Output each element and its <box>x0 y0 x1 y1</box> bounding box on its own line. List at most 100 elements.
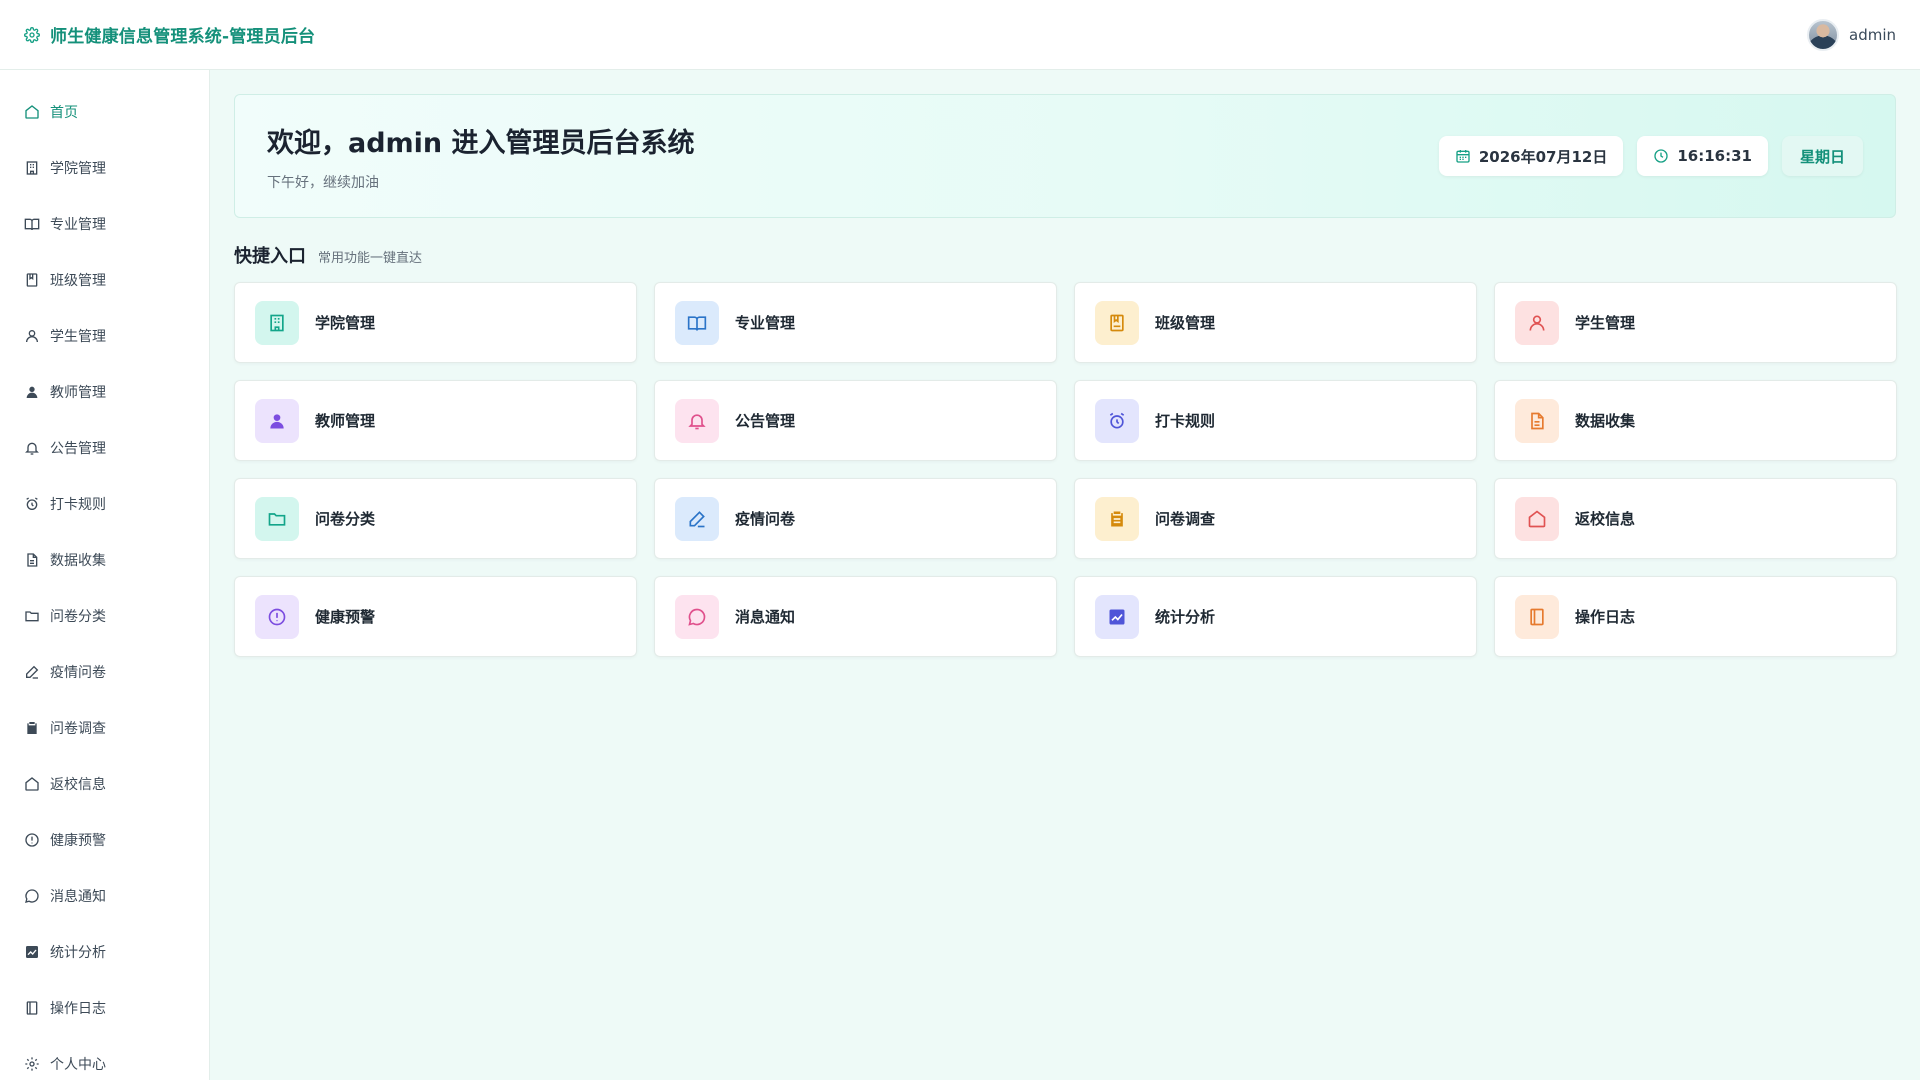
quick-card-class[interactable]: 班级管理 <box>1074 282 1477 363</box>
quick-card-epidemic-questionnaire[interactable]: 疫情问卷 <box>654 478 1057 559</box>
quick-card-messages[interactable]: 消息通知 <box>654 576 1057 657</box>
home-icon <box>1528 509 1546 527</box>
quick-card-icon-bg <box>1515 398 1559 443</box>
home-icon <box>25 105 39 119</box>
quick-card-label: 专业管理 <box>735 314 796 332</box>
pen-icon <box>26 665 39 679</box>
sidebar-item-label: 问卷调查 <box>50 721 106 737</box>
quick-card-health-warning[interactable]: 健康预警 <box>234 576 637 657</box>
quick-card-major[interactable]: 专业管理 <box>654 282 1057 363</box>
alert-circle-icon <box>268 608 286 625</box>
quick-card-label: 学生管理 <box>1575 314 1636 332</box>
sidebar-item-health-warning[interactable]: 健康预警 <box>0 812 209 868</box>
sidebar-item-label: 返校信息 <box>50 777 106 793</box>
brand[interactable]: 师生健康信息管理系统-管理员后台 <box>24 22 315 47</box>
sidebar-item-survey[interactable]: 问卷调查 <box>0 700 209 756</box>
time-badge: 16:16:31 <box>1637 136 1768 176</box>
sidebar-item-label: 健康预警 <box>50 833 106 849</box>
building-icon <box>26 161 38 175</box>
sidebar-item-label: 学生管理 <box>50 329 106 345</box>
sidebar-item-label: 班级管理 <box>50 273 106 289</box>
quick-card-icon-bg <box>675 300 719 345</box>
quick-card-data-collection[interactable]: 数据收集 <box>1494 380 1897 461</box>
notebook-icon <box>26 1001 38 1015</box>
quick-card-notice[interactable]: 公告管理 <box>654 380 1057 461</box>
quick-card-label: 公告管理 <box>735 412 796 430</box>
sidebar-item-label: 公告管理 <box>50 441 106 457</box>
quick-card-label: 学院管理 <box>315 314 376 332</box>
sidebar-item-label: 学院管理 <box>50 161 106 177</box>
book-open-icon <box>24 218 40 231</box>
sidebar-item-messages[interactable]: 消息通知 <box>0 868 209 924</box>
sidebar: 首页 学院管理 专业管理 班级管理 学生管理 教师管理 公告管理 打卡规则 数据… <box>0 70 210 1080</box>
quick-card-teacher[interactable]: 教师管理 <box>234 380 637 461</box>
sidebar-item-teacher[interactable]: 教师管理 <box>0 364 209 420</box>
username: admin <box>1849 25 1896 44</box>
sidebar-item-logs[interactable]: 操作日志 <box>0 980 209 1036</box>
date-text: 2026年07月12日 <box>1478 147 1608 166</box>
sidebar-item-return-info[interactable]: 返校信息 <box>0 756 209 812</box>
sidebar-item-data-collection[interactable]: 数据收集 <box>0 532 209 588</box>
sidebar-item-label: 统计分析 <box>50 945 106 961</box>
chat-bubble-icon <box>25 889 39 903</box>
quick-access-subtitle: 常用功能一键直达 <box>318 251 423 266</box>
alarm-clock-icon <box>26 497 38 510</box>
sidebar-item-checkin-rules[interactable]: 打卡规则 <box>0 476 209 532</box>
alert-circle-icon <box>25 833 39 847</box>
avatar[interactable] <box>1807 18 1839 51</box>
quick-card-icon-bg <box>1515 594 1559 639</box>
chart-icon <box>1109 609 1125 624</box>
welcome-banner: 欢迎，admin 进入管理员后台系统 下午好，继续加油 2026年07月12日 … <box>234 94 1896 218</box>
quick-card-label: 问卷分类 <box>315 510 376 528</box>
quick-card-return-info[interactable]: 返校信息 <box>1494 478 1897 559</box>
sidebar-item-profile[interactable]: 个人中心 <box>0 1036 209 1080</box>
quick-card-label: 返校信息 <box>1575 510 1636 528</box>
document-icon <box>1531 412 1544 429</box>
quick-card-college[interactable]: 学院管理 <box>234 282 637 363</box>
notebook-icon <box>1530 608 1544 625</box>
clipboard-icon <box>27 722 37 734</box>
sidebar-item-statistics[interactable]: 统计分析 <box>0 924 209 980</box>
sidebar-item-label: 首页 <box>50 105 78 121</box>
quick-card-statistics[interactable]: 统计分析 <box>1074 576 1477 657</box>
quick-card-label: 统计分析 <box>1155 608 1216 626</box>
gear-icon <box>24 26 40 43</box>
sidebar-item-label: 专业管理 <box>50 217 106 233</box>
quick-card-icon-bg <box>1095 496 1139 541</box>
bell-icon <box>25 442 39 455</box>
sidebar-item-major[interactable]: 专业管理 <box>0 196 209 252</box>
quick-card-questionnaire-category[interactable]: 问卷分类 <box>234 478 637 559</box>
sidebar-item-questionnaire-category[interactable]: 问卷分类 <box>0 588 209 644</box>
sidebar-item-home[interactable]: 首页 <box>0 84 209 140</box>
sidebar-item-college[interactable]: 学院管理 <box>0 140 209 196</box>
quick-card-icon-bg <box>675 594 719 639</box>
quick-card-icon-bg <box>1095 594 1139 639</box>
sidebar-item-student[interactable]: 学生管理 <box>0 308 209 364</box>
sidebar-item-epidemic-questionnaire[interactable]: 疫情问卷 <box>0 644 209 700</box>
time-text: 16:16:31 <box>1677 147 1752 165</box>
quick-card-label: 疫情问卷 <box>735 510 796 528</box>
chart-icon <box>26 946 38 958</box>
notebook-icon <box>1110 314 1124 331</box>
quick-card-logs[interactable]: 操作日志 <box>1494 576 1897 657</box>
sidebar-item-label: 操作日志 <box>50 1001 106 1017</box>
quick-card-survey[interactable]: 问卷调查 <box>1074 478 1477 559</box>
gear-icon <box>25 1057 39 1071</box>
quick-card-label: 数据收集 <box>1575 412 1636 430</box>
sidebar-item-label: 数据收集 <box>50 553 106 569</box>
folder-icon <box>25 611 39 622</box>
quick-card-student[interactable]: 学生管理 <box>1494 282 1897 363</box>
user-icon <box>26 330 38 343</box>
quick-card-label: 健康预警 <box>315 608 376 626</box>
sidebar-item-notice[interactable]: 公告管理 <box>0 420 209 476</box>
welcome-subtitle: 下午好，继续加油 <box>267 174 379 191</box>
calendar-icon <box>1456 150 1470 163</box>
sidebar-item-label: 打卡规则 <box>50 497 106 513</box>
quick-card-label: 班级管理 <box>1155 314 1216 332</box>
quick-card-checkin-rules[interactable]: 打卡规则 <box>1074 380 1477 461</box>
top-bar: 师生健康信息管理系统-管理员后台 admin <box>0 0 1920 70</box>
sidebar-item-class[interactable]: 班级管理 <box>0 252 209 308</box>
quick-card-icon-bg <box>255 594 299 639</box>
quick-card-label: 打卡规则 <box>1155 412 1216 430</box>
user-menu[interactable]: admin <box>1807 18 1896 51</box>
